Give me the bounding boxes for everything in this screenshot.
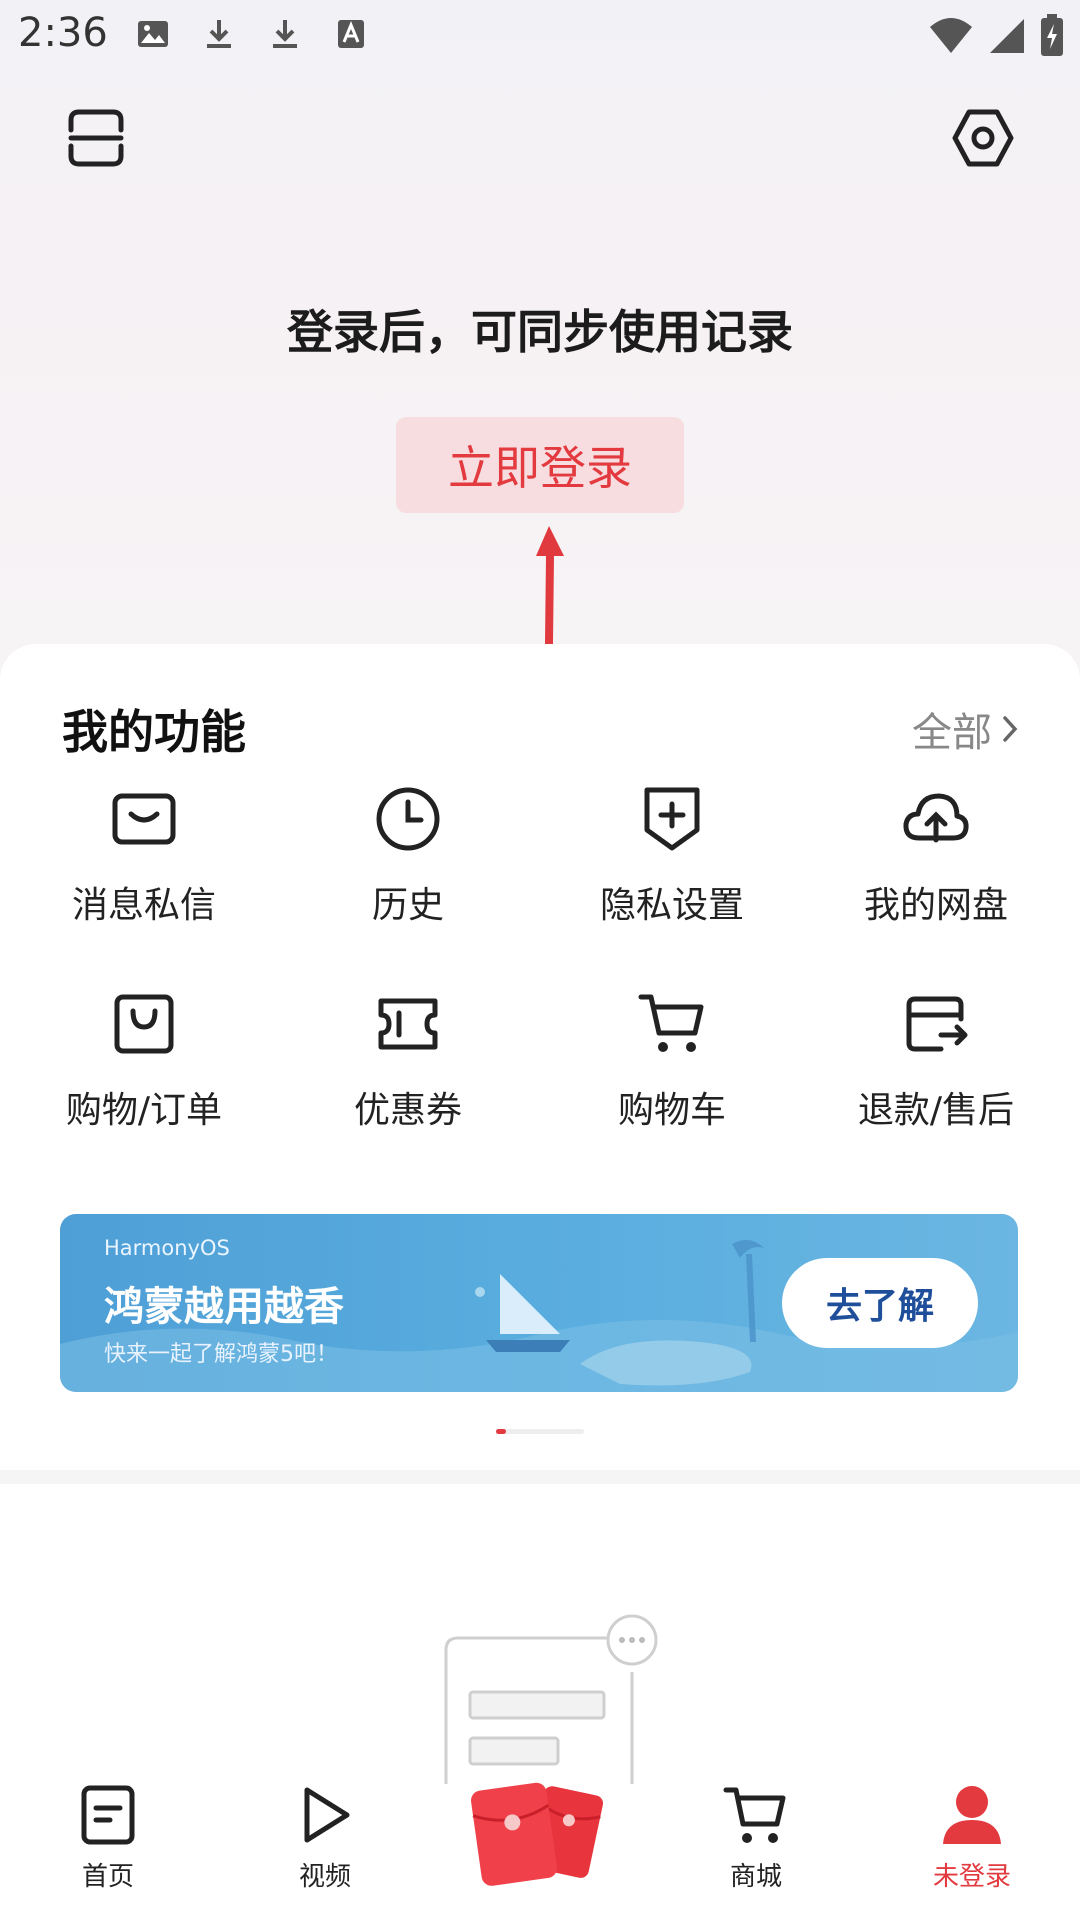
features-all-label: 全部 [912,710,992,756]
nav-label: 未登录 [932,1862,1011,1892]
cart-icon [723,1787,786,1843]
user-icon [943,1786,1001,1844]
feature-history[interactable]: 历史 [276,784,540,989]
feature-privacy[interactable]: 隐私设置 [540,784,804,989]
shield-plus-icon [644,787,700,851]
refund-card-icon [906,996,968,1052]
download-icon [207,20,231,48]
status-time: 2:36 [18,10,108,56]
nav-video[interactable]: 视频 [245,1784,405,1893]
feature-label: 消息私信 [71,885,216,926]
clock-icon [376,787,440,851]
banner-cta-button[interactable]: 去了解 [782,1258,978,1348]
signal-icon [990,19,1024,53]
red-packet-icon [471,1782,604,1886]
image-icon [138,21,168,47]
settings-hex-icon [952,109,1014,167]
feature-label: 购物/订单 [65,1090,223,1131]
features-card: 我的功能 全部 消息私信 历史 隐私设置 我的网盘 购物/订单 优惠券 购物车 … [0,644,1080,1470]
home-doc-icon [81,1785,135,1845]
cloud-upload-icon [903,793,969,843]
login-hint: 登录后，可同步使用记录 [287,305,793,359]
harmonyos-banner[interactable]: HarmonyOS 鸿蒙越用越香 快来一起了解鸿蒙5吧！ 去了解 [60,1214,1018,1392]
status-bar: 2:36 [0,0,1080,72]
nav-red-packet[interactable] [466,1774,616,1898]
feature-label: 购物车 [617,1090,726,1131]
battery-charging-icon [1041,14,1063,56]
play-icon [304,1787,350,1843]
feature-label: 历史 [371,885,444,926]
nav-label: 首页 [81,1862,134,1892]
cart-icon [638,994,704,1052]
feature-label: 优惠券 [353,1090,462,1131]
chevron-right-icon [1003,716,1018,742]
feature-cloud-drive[interactable]: 我的网盘 [804,784,1068,989]
login-button[interactable]: 立即登录 [396,417,684,513]
banner-cta-label: 去了解 [825,1286,934,1327]
settings-button[interactable] [951,106,1015,170]
features-grid: 消息私信 历史 隐私设置 我的网盘 购物/订单 优惠券 购物车 退款/售后 [0,784,1080,1194]
features-title: 我的功能 [62,705,246,759]
feature-messages[interactable]: 消息私信 [12,784,276,989]
nav-profile[interactable]: 未登录 [892,1784,1052,1893]
feature-cart[interactable]: 购物车 [540,989,804,1194]
banner-title: 鸿蒙越用越香 [104,1284,344,1330]
banner-subtitle: 快来一起了解鸿蒙5吧！ [104,1342,338,1367]
nav-home[interactable]: 首页 [28,1784,188,1893]
feature-refund[interactable]: 退款/售后 [804,989,1068,1194]
empty-feed-illustration [444,1614,658,1784]
banner-pager [496,1429,584,1434]
font-a-icon [338,20,364,48]
scan-button[interactable] [68,108,124,168]
feature-orders[interactable]: 购物/订单 [12,989,276,1194]
section-divider [0,1470,1080,1484]
pager-active-dot [496,1429,506,1434]
shopping-bag-icon [114,994,174,1054]
wifi-icon [930,18,972,53]
feature-label: 隐私设置 [599,885,744,926]
login-button-label: 立即登录 [448,441,632,495]
nav-label: 视频 [298,1862,351,1892]
feature-label: 我的网盘 [863,885,1008,926]
scan-icon [68,109,124,167]
feature-coupons[interactable]: 优惠券 [276,989,540,1194]
feature-label: 退款/售后 [857,1090,1015,1131]
nav-mall[interactable]: 商城 [676,1784,836,1893]
bottom-nav: 首页 视频 商城 未登录 [0,1782,1080,1920]
banner-brand: HarmonyOS [104,1236,230,1260]
features-all-link[interactable]: 全部 [912,700,1020,758]
mail-icon [112,793,176,845]
coupon-icon [378,998,438,1050]
nav-label: 商城 [729,1862,782,1892]
download-icon [273,20,297,48]
